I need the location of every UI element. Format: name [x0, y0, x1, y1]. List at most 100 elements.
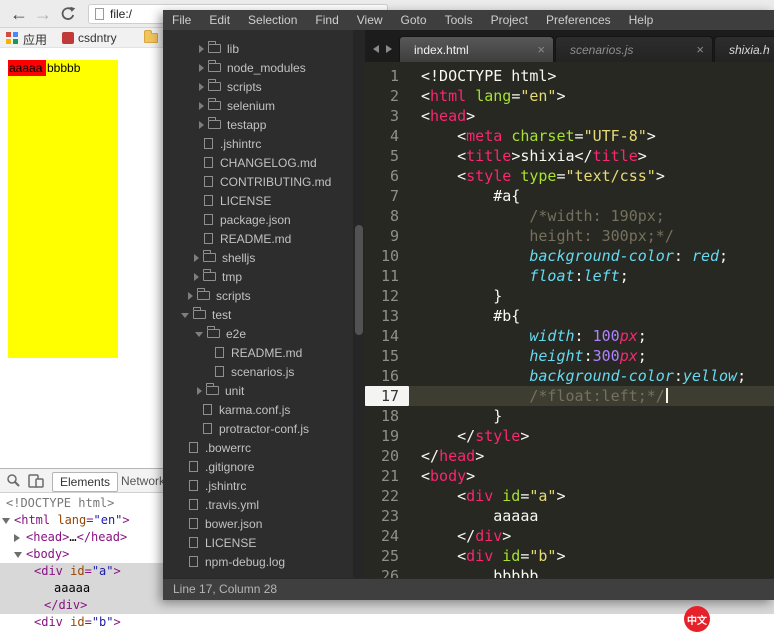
code-line-26[interactable]: bbbbb — [409, 566, 774, 578]
menu-goto[interactable]: Goto — [392, 10, 436, 30]
code-line-23[interactable]: aaaaa — [409, 506, 774, 526]
sidebar-item-.bowerrc[interactable]: .bowerrc — [163, 438, 353, 457]
scrollbar-thumb[interactable] — [355, 225, 363, 335]
code-line-1[interactable]: <!DOCTYPE html> — [409, 66, 774, 86]
code-line-4[interactable]: <meta charset="UTF-8"> — [409, 126, 774, 146]
sidebar-item-karma.conf.js[interactable]: karma.conf.js — [163, 400, 353, 419]
menu-file[interactable]: File — [163, 10, 200, 30]
sidebar-scrollbar[interactable] — [353, 30, 365, 578]
chevron-right-icon[interactable] — [199, 45, 204, 53]
line-number-26[interactable]: 26 — [365, 566, 409, 578]
line-number-3[interactable]: 3 — [365, 106, 409, 126]
line-number-11[interactable]: 11 — [365, 266, 409, 286]
code-line-25[interactable]: <div id="b"> — [409, 546, 774, 566]
sidebar-item-lib[interactable]: lib — [163, 39, 353, 58]
menu-tools[interactable]: Tools — [436, 10, 482, 30]
code-line-21[interactable]: <body> — [409, 466, 774, 486]
code-line-14[interactable]: width: 100px; — [409, 326, 774, 346]
code-line-17[interactable]: /*float:left;*/ — [409, 386, 774, 406]
tab-scenarios.js[interactable]: scenarios.js× — [555, 36, 713, 62]
menu-project[interactable]: Project — [482, 10, 537, 30]
sidebar-item-.gitignore[interactable]: .gitignore — [163, 457, 353, 476]
tab-index.html[interactable]: index.html× — [399, 36, 554, 62]
sidebar-item-unit[interactable]: unit — [163, 381, 353, 400]
sidebar-item-testapp[interactable]: testapp — [163, 115, 353, 134]
sidebar-item-package.json[interactable]: package.json — [163, 210, 353, 229]
apps-label[interactable]: 应用 — [23, 31, 47, 48]
sidebar-item-shelljs[interactable]: shelljs — [163, 248, 353, 267]
sidebar-item-protractor-conf.js[interactable]: protractor-conf.js — [163, 419, 353, 438]
line-number-10[interactable]: 10 — [365, 246, 409, 266]
tab-close-icon[interactable]: × — [537, 42, 545, 57]
line-number-4[interactable]: 4 — [365, 126, 409, 146]
line-number-21[interactable]: 21 — [365, 466, 409, 486]
code-line-7[interactable]: #a{ — [409, 186, 774, 206]
line-number-19[interactable]: 19 — [365, 426, 409, 446]
sidebar-item-npm-debug.log[interactable]: npm-debug.log — [163, 552, 353, 571]
chevron-right-icon[interactable] — [188, 292, 193, 300]
expander-right-icon[interactable] — [14, 534, 20, 542]
sidebar-item-.travis.yml[interactable]: .travis.yml — [163, 495, 353, 514]
forward-icon[interactable]: → — [32, 1, 54, 27]
menu-find[interactable]: Find — [306, 10, 347, 30]
code-line-20[interactable]: </head> — [409, 446, 774, 466]
code-line-10[interactable]: background-color: red; — [409, 246, 774, 266]
chevron-down-icon[interactable] — [181, 313, 189, 318]
sidebar-item-LICENSE[interactable]: LICENSE — [163, 191, 353, 210]
chevron-right-icon[interactable] — [194, 273, 199, 281]
line-number-16[interactable]: 16 — [365, 366, 409, 386]
line-number-5[interactable]: 5 — [365, 146, 409, 166]
sidebar-item-CONTRIBUTING.md[interactable]: CONTRIBUTING.md — [163, 172, 353, 191]
line-number-9[interactable]: 9 — [365, 226, 409, 246]
code-line-18[interactable]: } — [409, 406, 774, 426]
code-line-24[interactable]: </div> — [409, 526, 774, 546]
line-number-20[interactable]: 20 — [365, 446, 409, 466]
code-line-11[interactable]: float:left; — [409, 266, 774, 286]
expander-down-icon[interactable] — [2, 518, 10, 524]
line-number-18[interactable]: 18 — [365, 406, 409, 426]
back-icon[interactable]: ← — [8, 1, 30, 27]
sidebar-item-scripts[interactable]: scripts — [163, 77, 353, 96]
code-line-9[interactable]: height: 300px;*/ — [409, 226, 774, 246]
sidebar-item-README.md[interactable]: README.md — [163, 229, 353, 248]
code-line-6[interactable]: <style type="text/css"> — [409, 166, 774, 186]
code-line-3[interactable]: <head> — [409, 106, 774, 126]
expander-down-icon[interactable] — [14, 552, 22, 558]
device-mode-icon[interactable] — [28, 474, 44, 493]
tab-close-icon[interactable]: × — [696, 42, 704, 57]
line-number-6[interactable]: 6 — [365, 166, 409, 186]
code-editor[interactable]: 1234567891011121314151617181920212223242… — [365, 62, 774, 578]
chevron-right-icon[interactable] — [194, 254, 199, 262]
chevron-right-icon[interactable] — [199, 102, 204, 110]
line-number-22[interactable]: 22 — [365, 486, 409, 506]
sidebar-item-scenarios.js[interactable]: scenarios.js — [163, 362, 353, 381]
devtools-tab-elements[interactable]: Elements — [52, 472, 118, 492]
menu-selection[interactable]: Selection — [239, 10, 306, 30]
line-number-14[interactable]: 14 — [365, 326, 409, 346]
sidebar-item-tmp[interactable]: tmp — [163, 267, 353, 286]
apps-grid-icon[interactable] — [6, 32, 18, 44]
menu-view[interactable]: View — [348, 10, 392, 30]
refresh-icon[interactable] — [60, 6, 76, 27]
menu-edit[interactable]: Edit — [200, 10, 239, 30]
menu-help[interactable]: Help — [620, 10, 663, 30]
code-line-15[interactable]: height:300px; — [409, 346, 774, 366]
menu-preferences[interactable]: Preferences — [537, 10, 620, 30]
sidebar-item-README.md[interactable]: README.md — [163, 343, 353, 362]
code-line-12[interactable]: } — [409, 286, 774, 306]
line-number-13[interactable]: 13 — [365, 306, 409, 326]
code-line-5[interactable]: <title>shixia</title> — [409, 146, 774, 166]
bookmark-folder-icon[interactable] — [144, 33, 158, 43]
tab-shixia.h[interactable]: shixia.h — [714, 36, 774, 62]
line-number-17[interactable]: 17 — [365, 386, 409, 406]
sidebar-item-test[interactable]: test — [163, 305, 353, 324]
line-number-12[interactable]: 12 — [365, 286, 409, 306]
sidebar-item-node_modules[interactable]: node_modules — [163, 58, 353, 77]
code-line-16[interactable]: background-color:yellow; — [409, 366, 774, 386]
tab-scroll-right-icon[interactable] — [386, 45, 392, 53]
chevron-right-icon[interactable] — [199, 64, 204, 72]
sidebar-item-CHANGELOG.md[interactable]: CHANGELOG.md — [163, 153, 353, 172]
line-number-1[interactable]: 1 — [365, 66, 409, 86]
sidebar-item-LICENSE[interactable]: LICENSE — [163, 533, 353, 552]
code-line-13[interactable]: #b{ — [409, 306, 774, 326]
